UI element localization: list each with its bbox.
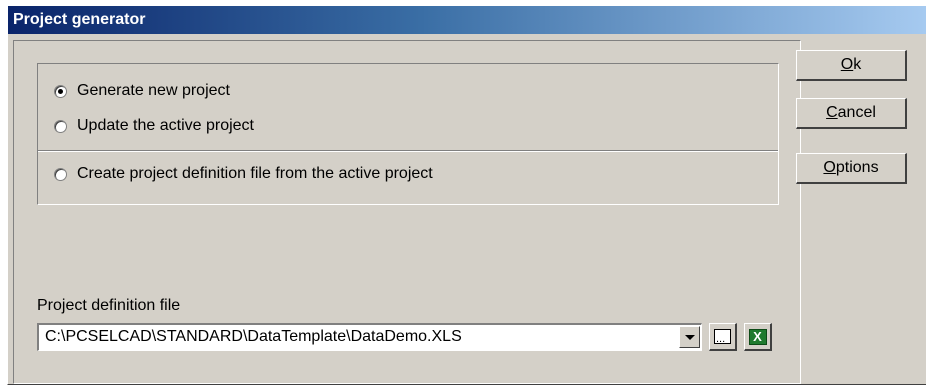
radio-update-active-project[interactable]: Update the active project bbox=[54, 116, 254, 136]
definition-file-label: Project definition file bbox=[37, 297, 181, 314]
radio-label[interactable]: Create project definition file from the … bbox=[77, 165, 433, 183]
options-button[interactable]: Options bbox=[796, 153, 907, 184]
ok-button[interactable]: Ok bbox=[796, 50, 907, 81]
cancel-label-rest: ancel bbox=[837, 104, 876, 121]
browse-button[interactable] bbox=[709, 323, 737, 351]
action-group: Generate new project Update the active p… bbox=[37, 63, 779, 205]
radio-create-definition-file[interactable]: Create project definition file from the … bbox=[54, 164, 433, 184]
group-divider bbox=[38, 150, 778, 152]
project-generator-dialog: Project generator Generate new project U… bbox=[7, 5, 926, 385]
radio-label[interactable]: Generate new project bbox=[77, 82, 230, 100]
dropdown-button[interactable] bbox=[679, 326, 700, 348]
radio-button[interactable] bbox=[54, 119, 67, 133]
left-panel: Generate new project Update the active p… bbox=[13, 40, 801, 384]
ok-mnemonic: O bbox=[840, 56, 854, 73]
options-label-rest: ptions bbox=[835, 159, 879, 176]
definition-file-combo[interactable]: C:\PCSELCAD\STANDARD\DataTemplate\DataDe… bbox=[37, 323, 702, 351]
browse-icon bbox=[714, 329, 731, 345]
radio-generate-new-project[interactable]: Generate new project bbox=[54, 81, 230, 101]
cancel-mnemonic: C bbox=[826, 104, 838, 121]
radio-label[interactable]: Update the active project bbox=[77, 117, 254, 135]
definition-file-value[interactable]: C:\PCSELCAD\STANDARD\DataTemplate\DataDe… bbox=[45, 328, 462, 346]
title-bar[interactable]: Project generator bbox=[8, 6, 926, 34]
open-excel-button[interactable]: X bbox=[744, 323, 772, 351]
excel-icon: X bbox=[748, 328, 767, 345]
ok-label-rest: k bbox=[853, 56, 862, 73]
cancel-button[interactable]: Cancel bbox=[796, 98, 907, 129]
options-mnemonic: O bbox=[823, 159, 836, 176]
radio-button[interactable] bbox=[54, 167, 67, 181]
chevron-down-icon bbox=[684, 334, 695, 340]
radio-button-checked[interactable] bbox=[54, 84, 67, 98]
